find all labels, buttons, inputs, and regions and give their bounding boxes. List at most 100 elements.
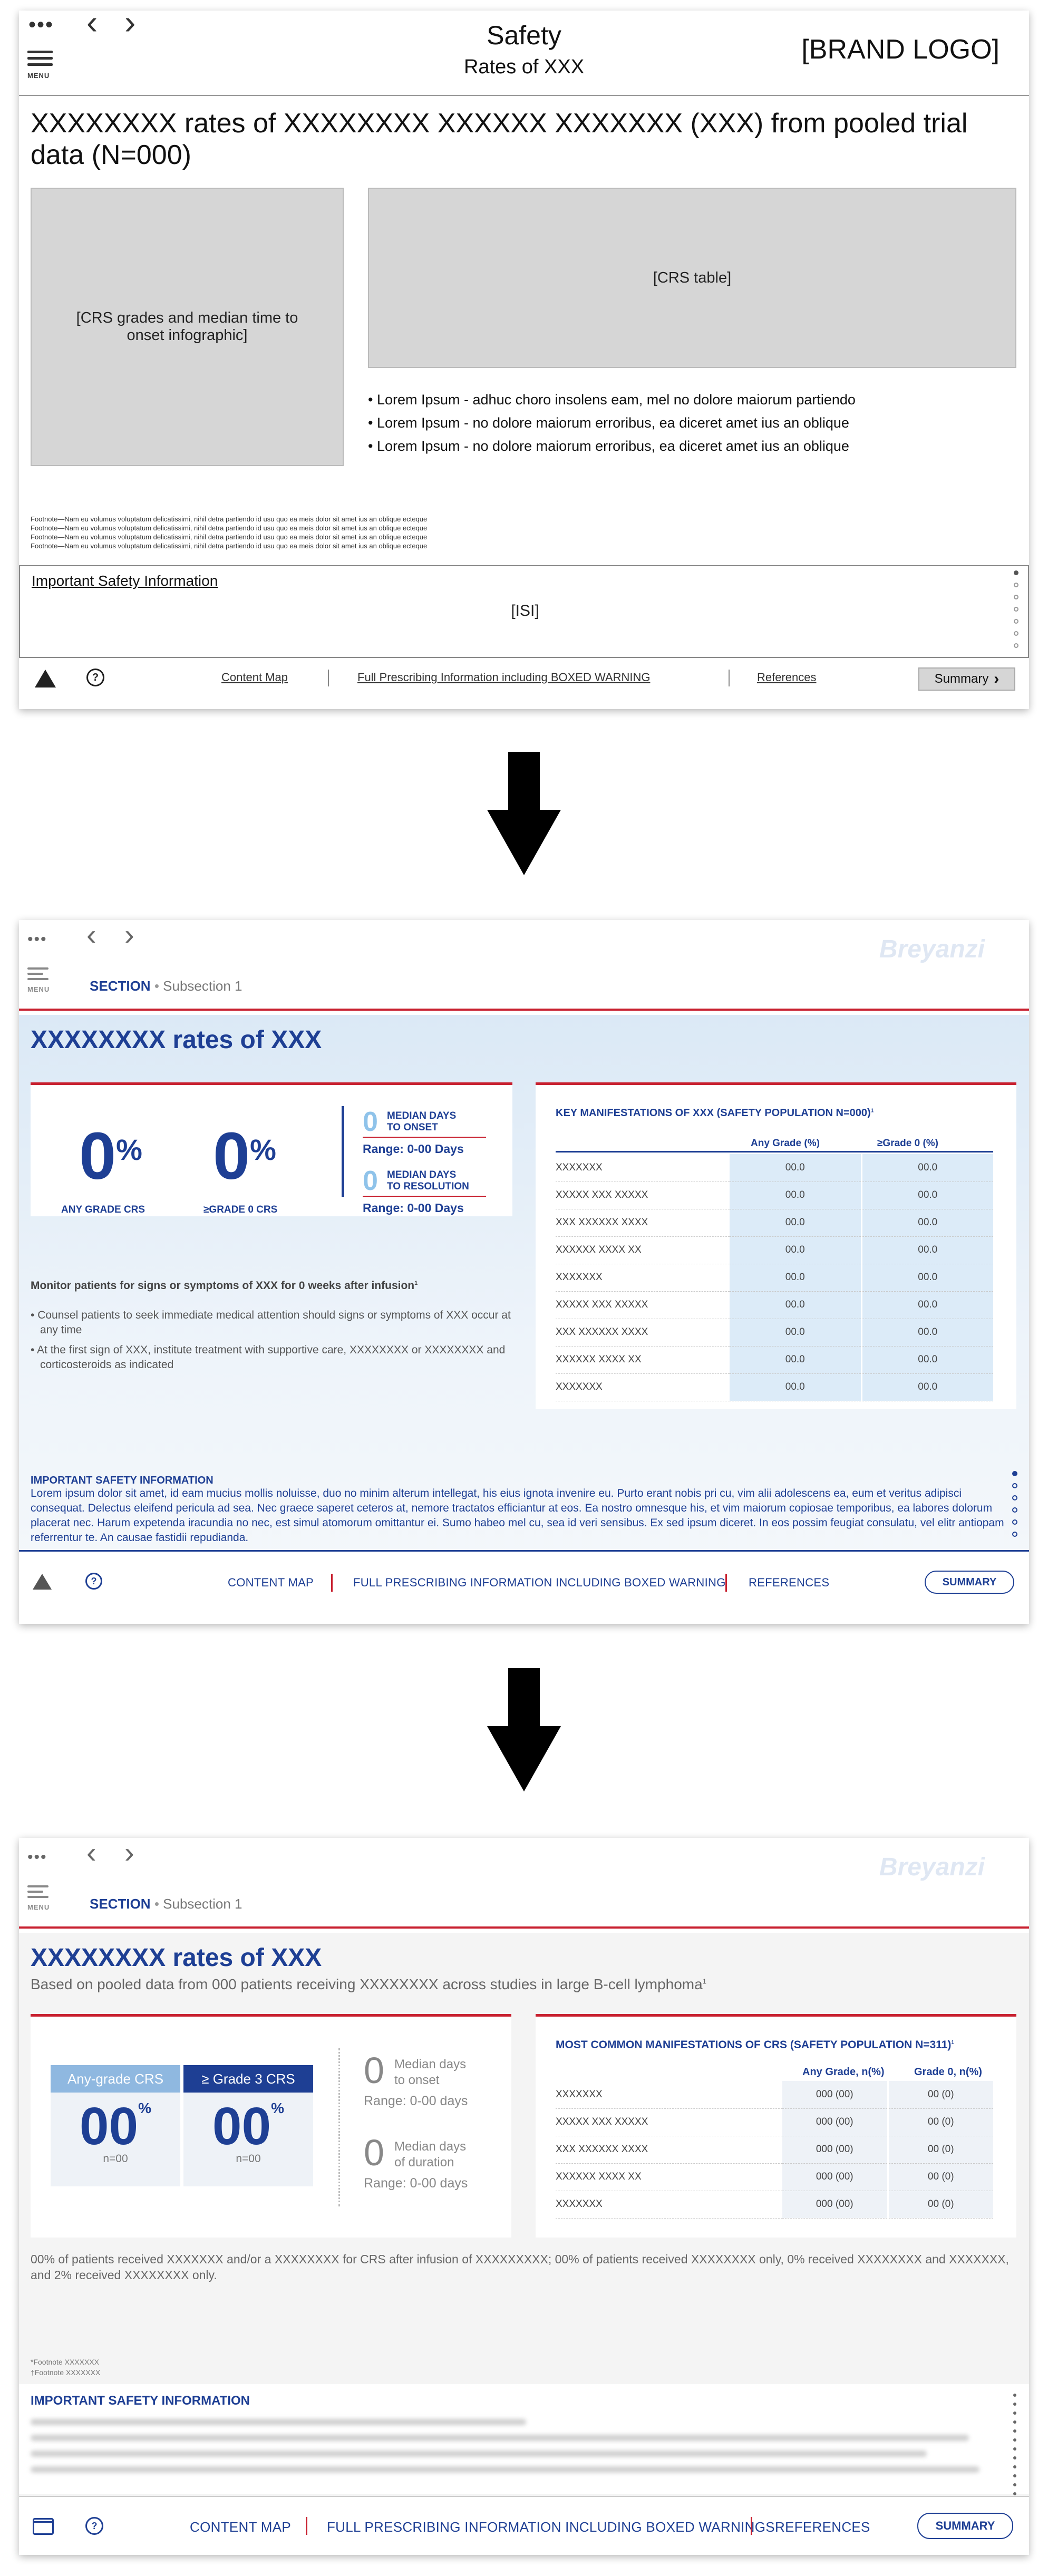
back-arrow-icon[interactable]: ‹ (86, 1838, 96, 1867)
grade-3-cell: 00.0 (861, 1182, 993, 1209)
summary-button[interactable]: Summary › (918, 667, 1015, 691)
brand-logo: [BRAND LOGO] (801, 34, 1000, 65)
any-grade-cell: 00.0 (730, 1291, 862, 1319)
breadcrumb-subsection[interactable]: Subsection 1 (163, 1896, 242, 1912)
forward-arrow-icon[interactable]: › (124, 920, 134, 950)
any-grade-header: Any-grade CRS (51, 2065, 180, 2093)
isi-blurred-content (31, 2419, 995, 2473)
bullet-list: • Lorem Ipsum - adhuc choro insolens eam… (368, 388, 856, 458)
isi-title[interactable]: Important Safety Information (32, 573, 218, 589)
any-grade-cell: 00.0 (730, 1236, 862, 1264)
any-grade-cell: 00.0 (730, 1182, 862, 1209)
hamburger-menu-icon[interactable] (27, 1885, 48, 1901)
summary-button[interactable]: SUMMARY (917, 2513, 1013, 2539)
any-grade-cell: 000 (00) (782, 2163, 889, 2191)
manifestations-table-card: KEY MANIFESTATIONS OF XXX (SAFETY POPULA… (536, 1082, 1016, 1409)
references-link[interactable]: REFERENCES (775, 2519, 870, 2535)
table-row: XXXXX XXX XXXXX 000 (00) 00 (0) (556, 2108, 993, 2136)
row-label: XXXXXXX (556, 1154, 730, 1182)
grade-3-cell: 00 (0) (888, 2136, 993, 2164)
grade-3-cell: 00.0 (861, 1291, 993, 1319)
row-label: XXXXXX XXXX XX (556, 1346, 730, 1374)
more-dots-icon[interactable]: ••• (27, 1849, 47, 1865)
wireframe-panel: ••• ‹ › MENU Safety Rates of XXX [BRAND … (19, 5, 1029, 709)
references-link[interactable]: REFERENCES (749, 1576, 829, 1590)
full-pi-link[interactable]: FULL PRESCRIBING INFORMATION INCLUDING B… (327, 2519, 775, 2535)
grade3-n: n=00 (236, 2153, 261, 2165)
document-icon[interactable] (33, 2518, 54, 2535)
row-label: XXXXXX XXXX XX (556, 2163, 782, 2191)
row-label: XXXXXXX (556, 1264, 730, 1292)
any-grade-cell: 00.0 (730, 1154, 862, 1182)
isi-box[interactable]: Important Safety Information [ISI] (19, 565, 1029, 658)
footer-nav: ? Content Map Full Prescribing Informati… (19, 660, 1029, 697)
list-item: • Lorem Ipsum - no dolore maiorum errori… (368, 438, 849, 454)
grade-3-cell: 00.0 (861, 1154, 993, 1182)
table-row: XXXXX XXX XXXXX 00.0 00.0 (556, 1291, 993, 1319)
any-grade-value: 0 (79, 1119, 117, 1193)
footnote: Footnote—Nam eu volumus voluptatum delic… (31, 524, 428, 532)
design-panel-v1: ••• ‹ › MENU SECTION • Subsection 1 Brey… (19, 920, 1029, 1624)
percent-sign: % (250, 1133, 276, 1166)
full-pi-link[interactable]: FULL PRESCRIBING INFORMATION INCLUDING B… (353, 1576, 726, 1590)
nav-divider (751, 2517, 752, 2535)
list-item: • Lorem Ipsum - no dolore maiorum errori… (368, 415, 849, 431)
stats-divider (338, 2048, 340, 2206)
hamburger-menu-icon[interactable] (27, 967, 48, 983)
brand-logo: Breyanzi (879, 1853, 985, 1881)
references-link[interactable]: References (757, 671, 817, 684)
chevron-right-icon: › (994, 670, 1000, 687)
breadcrumb-subsection[interactable]: Subsection 1 (163, 978, 242, 994)
isi-section[interactable]: IMPORTANT SAFETY INFORMATION (19, 2384, 1029, 2495)
isi-scroll-dots[interactable] (1014, 570, 1018, 655)
summary-label: Summary (934, 672, 989, 686)
list-item: • Lorem Ipsum - adhuc choro insolens eam… (368, 392, 856, 408)
grade-3-cell: 00 (0) (888, 2191, 993, 2219)
isi-body: Lorem ipsum dolor sit amet, id eam muciu… (31, 1487, 1004, 1544)
table-row: XXX XXXXXX XXXX 000 (00) 00 (0) (556, 2136, 993, 2164)
up-triangle-icon[interactable] (35, 670, 56, 687)
up-triangle-icon[interactable] (33, 1574, 52, 1590)
help-icon[interactable]: ? (85, 1573, 102, 1590)
col-grade-3: ≥Grade 0 (%) (877, 1138, 939, 1149)
help-icon[interactable]: ? (85, 2517, 103, 2535)
footnote: Footnote—Nam eu volumus voluptatum delic… (31, 542, 428, 550)
isi-title[interactable]: IMPORTANT SAFETY INFORMATION (31, 2394, 250, 2408)
monitor-text: Monitor patients for signs or symptoms o… (31, 1280, 418, 1292)
stats-divider (342, 1106, 344, 1197)
table-row: XXXXXX XXXX XX 000 (00) 00 (0) (556, 2163, 993, 2191)
any-grade-cell: 000 (00) (782, 2108, 889, 2136)
content-map-link[interactable]: CONTENT MAP (228, 1576, 314, 1590)
table-title: KEY MANIFESTATIONS OF XXX (SAFETY POPULA… (556, 1107, 874, 1119)
isi-title[interactable]: IMPORTANT SAFETY INFORMATION (31, 1475, 214, 1487)
table-row: XXX XXXXXX XXXX 00.0 00.0 (556, 1319, 993, 1347)
col-any-grade: Any Grade, n(%) (802, 2066, 885, 2078)
isi-scroll-dots[interactable] (1012, 1471, 1017, 1544)
table-row: XXXXXXX 00.0 00.0 (556, 1373, 993, 1401)
design-panel-v2: ••• ‹ › MENU SECTION • Subsection 1 Brey… (19, 1838, 1029, 2555)
back-arrow-icon[interactable]: ‹ (86, 920, 96, 950)
isi-scroll-dots[interactable] (1013, 2394, 1016, 2501)
content-map-link[interactable]: CONTENT MAP (190, 2519, 291, 2535)
content-map-link[interactable]: Content Map (221, 671, 288, 684)
grade-3-cell: 00 (0) (888, 2081, 993, 2109)
help-icon[interactable]: ? (86, 669, 104, 686)
any-grade-cell: 000 (00) (782, 2081, 889, 2109)
grade-3-cell: 00.0 (861, 1236, 993, 1264)
resolution-stat: 0 MEDIAN DAYS TO RESOLUTION Range: 0-00 D… (363, 1167, 486, 1215)
onset-stat: 0 MEDIAN DAYS TO ONSET Range: 0-00 Days (363, 1108, 486, 1156)
grade-3-cell: 00.0 (861, 1319, 993, 1347)
more-dots-icon[interactable]: ••• (27, 932, 47, 947)
any-grade-cell: 00.0 (730, 1346, 862, 1374)
breadcrumb-section[interactable]: SECTION (90, 1896, 151, 1912)
row-label: XXX XXXXXX XXXX (556, 1209, 730, 1237)
forward-arrow-icon[interactable]: › (124, 1838, 134, 1867)
footnote: †Footnote XXXXXXX (31, 2368, 101, 2377)
grade-3-cell: 00.0 (861, 1264, 993, 1292)
row-label: XXX XXXXXX XXXX (556, 2136, 782, 2164)
onset-stat: 0 Median days to onset Range: 0-00 days (364, 2050, 468, 2108)
full-pi-link[interactable]: Full Prescribing Information including B… (357, 671, 650, 684)
summary-button[interactable]: SUMMARY (925, 1571, 1014, 1594)
row-label: XXXXXX XXXX XX (556, 1236, 730, 1264)
breadcrumb-section[interactable]: SECTION (90, 978, 151, 994)
